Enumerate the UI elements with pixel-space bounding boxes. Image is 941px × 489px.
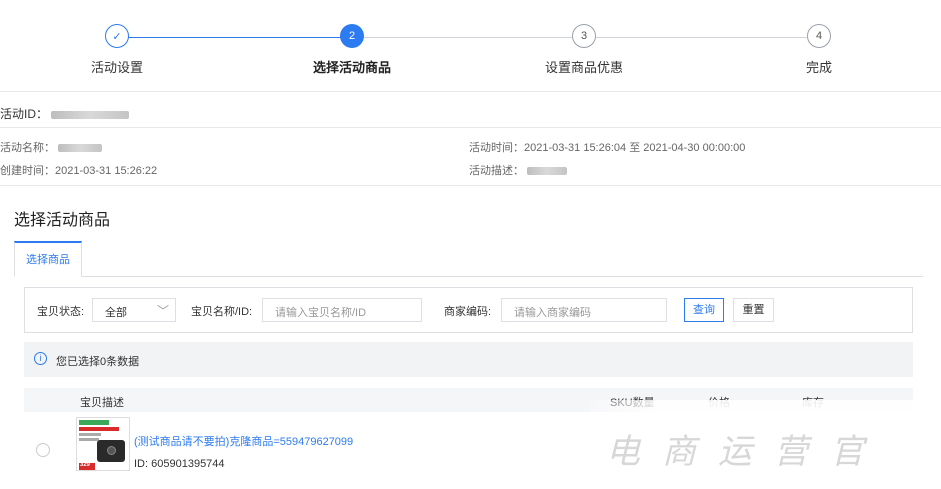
step-number: 2 bbox=[340, 24, 364, 48]
status-label: 宝贝状态: bbox=[37, 306, 85, 318]
info-icon: i bbox=[34, 352, 47, 365]
activity-name-label: 活动名称： bbox=[0, 142, 55, 154]
step-label: 选择活动商品 bbox=[312, 60, 391, 75]
step-set-discount: 3 设置商品优惠 bbox=[514, 24, 654, 76]
merchant-code-input[interactable]: 请输入商家编码 bbox=[501, 298, 667, 322]
step-complete: 4 完成 bbox=[749, 24, 889, 76]
merchant-code-label: 商家编码: bbox=[444, 306, 492, 318]
col-description: 宝贝描述 bbox=[80, 397, 124, 409]
section-title: 选择活动商品 bbox=[14, 212, 111, 229]
status-select[interactable]: 全部 ﹀ bbox=[92, 298, 176, 322]
status-value: 全部 bbox=[105, 307, 127, 319]
steps-bar: ✓ 活动设置 2 选择活动商品 3 设置商品优惠 4 完成 bbox=[0, 0, 941, 92]
thumbnail-price: 329 bbox=[80, 462, 91, 468]
activity-time-row: 活动时间：2021-03-31 15:26:04 至 2021-04-30 00… bbox=[469, 139, 745, 155]
activity-id-row: 活动ID： bbox=[0, 93, 941, 128]
activity-desc-label: 活动描述： bbox=[469, 165, 524, 177]
activity-info: 活动名称： 创建时间：2021-03-31 15:26:22 活动时间：2021… bbox=[0, 128, 941, 186]
product-id-value: 605901395744 bbox=[151, 458, 225, 470]
created-time-value: 2021-03-31 15:26:22 bbox=[55, 165, 158, 177]
product-id-label: ID: bbox=[134, 458, 149, 470]
redacted-activity-desc bbox=[527, 167, 568, 176]
created-time-label: 创建时间： bbox=[0, 165, 55, 177]
query-button[interactable]: 查询 bbox=[684, 298, 724, 322]
check-icon: ✓ bbox=[105, 24, 129, 48]
redacted-activity-id bbox=[51, 110, 130, 119]
filter-panel: 宝贝状态: 全部 ﹀ 宝贝名称/ID: 请输入宝贝名称/ID 商家编码: 请输入… bbox=[24, 287, 913, 333]
tab-select-products[interactable]: 选择商品 bbox=[14, 241, 82, 277]
step-activity-settings: ✓ 活动设置 bbox=[47, 24, 187, 76]
selection-notice: i 您已选择0条数据 bbox=[24, 342, 913, 377]
activity-time-label: 活动时间： bbox=[469, 142, 524, 154]
reset-button[interactable]: 重置 bbox=[733, 298, 774, 322]
watermark: 电商运营官 bbox=[590, 400, 930, 489]
name-id-label: 宝贝名称/ID: bbox=[191, 306, 253, 318]
row-select-radio[interactable] bbox=[36, 443, 50, 457]
step-label: 完成 bbox=[805, 60, 832, 75]
name-id-input[interactable]: 请输入宝贝名称/ID bbox=[262, 298, 422, 322]
redacted-activity-name bbox=[58, 144, 103, 153]
activity-name-row: 活动名称： bbox=[0, 139, 103, 155]
activity-id-label: 活动ID： bbox=[0, 107, 49, 121]
selection-notice-text: 您已选择0条数据 bbox=[56, 356, 140, 368]
product-name-link[interactable]: (测试商品请不要拍)克隆商品=559479627099 bbox=[134, 433, 353, 449]
created-time-row: 创建时间：2021-03-31 15:26:22 bbox=[0, 162, 157, 178]
product-id: ID: 605901395744 bbox=[134, 458, 225, 470]
activity-time-value: 2021-03-31 15:26:04 至 2021-04-30 00:00:0… bbox=[524, 142, 746, 154]
tab-bar: 选择商品 bbox=[14, 241, 923, 277]
activity-desc-row: 活动描述： bbox=[469, 162, 568, 178]
step-select-products: 2 选择活动商品 bbox=[282, 24, 422, 76]
product-thumbnail: 329 bbox=[76, 417, 130, 471]
step-label: 设置商品优惠 bbox=[544, 60, 623, 75]
step-number: 4 bbox=[807, 24, 831, 48]
chevron-down-icon: ﹀ bbox=[156, 304, 169, 318]
step-label: 活动设置 bbox=[90, 60, 143, 75]
step-number: 3 bbox=[572, 24, 596, 48]
